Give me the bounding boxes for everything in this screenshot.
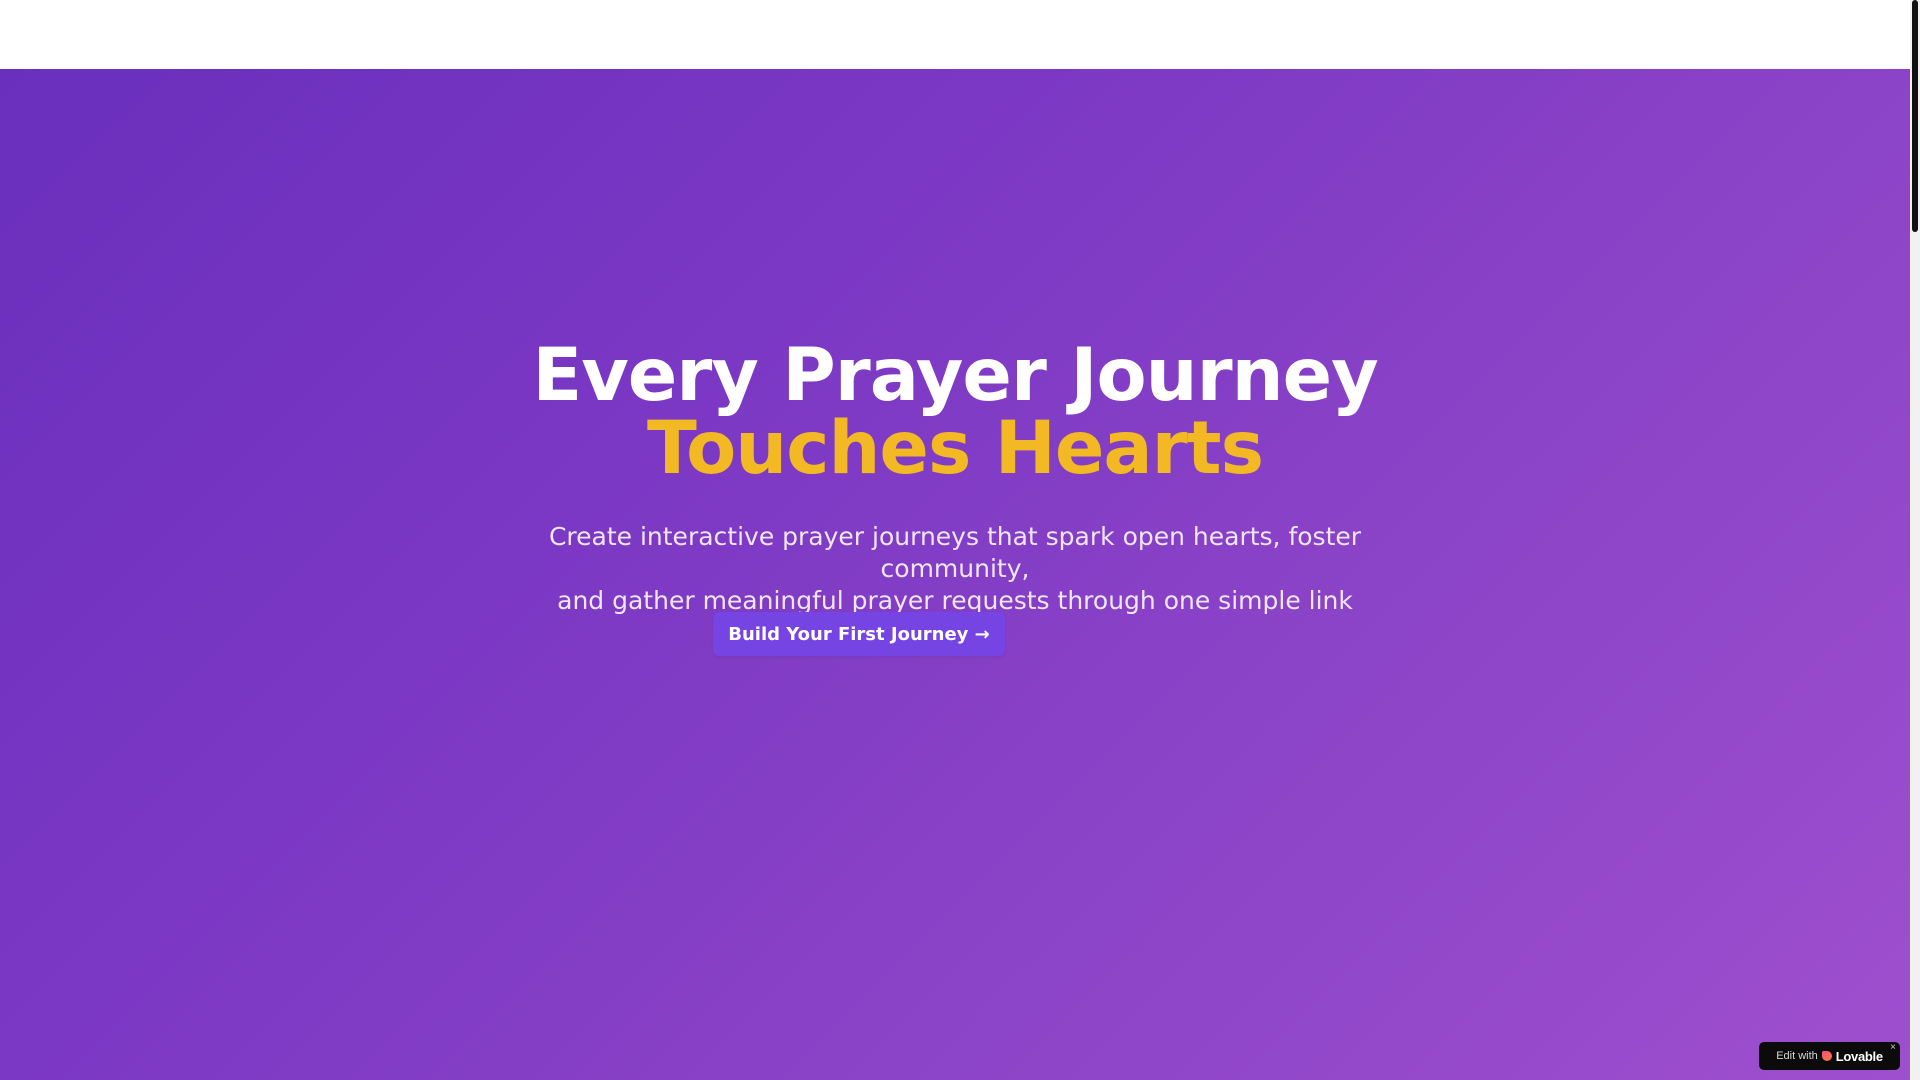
close-icon[interactable]: ×	[1890, 1043, 1896, 1053]
badge-edit-text: Edit with	[1776, 1050, 1818, 1062]
page-scrollbar[interactable]	[1910, 0, 1920, 1080]
scrollbar-thumb[interactable]	[1912, 0, 1918, 232]
hero-headline: Every Prayer Journey Touches Hearts	[405, 339, 1505, 485]
hero-content: Every Prayer Journey Touches Hearts Crea…	[0, 339, 1910, 617]
headline-accent-text: Touches Hearts	[646, 406, 1264, 491]
top-navigation-bar	[0, 0, 1910, 69]
lovable-logo-icon	[1821, 1051, 1832, 1061]
build-first-journey-button[interactable]: Build Your First Journey →	[713, 612, 1005, 656]
hero-section: Every Prayer Journey Touches Hearts Crea…	[0, 69, 1910, 1080]
hero-subtitle: Create interactive prayer journeys that …	[505, 521, 1405, 617]
subtitle-line-2: and gather meaningful prayer requests th…	[557, 586, 1353, 615]
subtitle-line-1: Create interactive prayer journeys that …	[548, 522, 1362, 583]
badge-brand-name: Lovable	[1835, 1048, 1883, 1064]
edit-with-lovable-badge[interactable]: Edit with Lovable ×	[1759, 1042, 1900, 1070]
